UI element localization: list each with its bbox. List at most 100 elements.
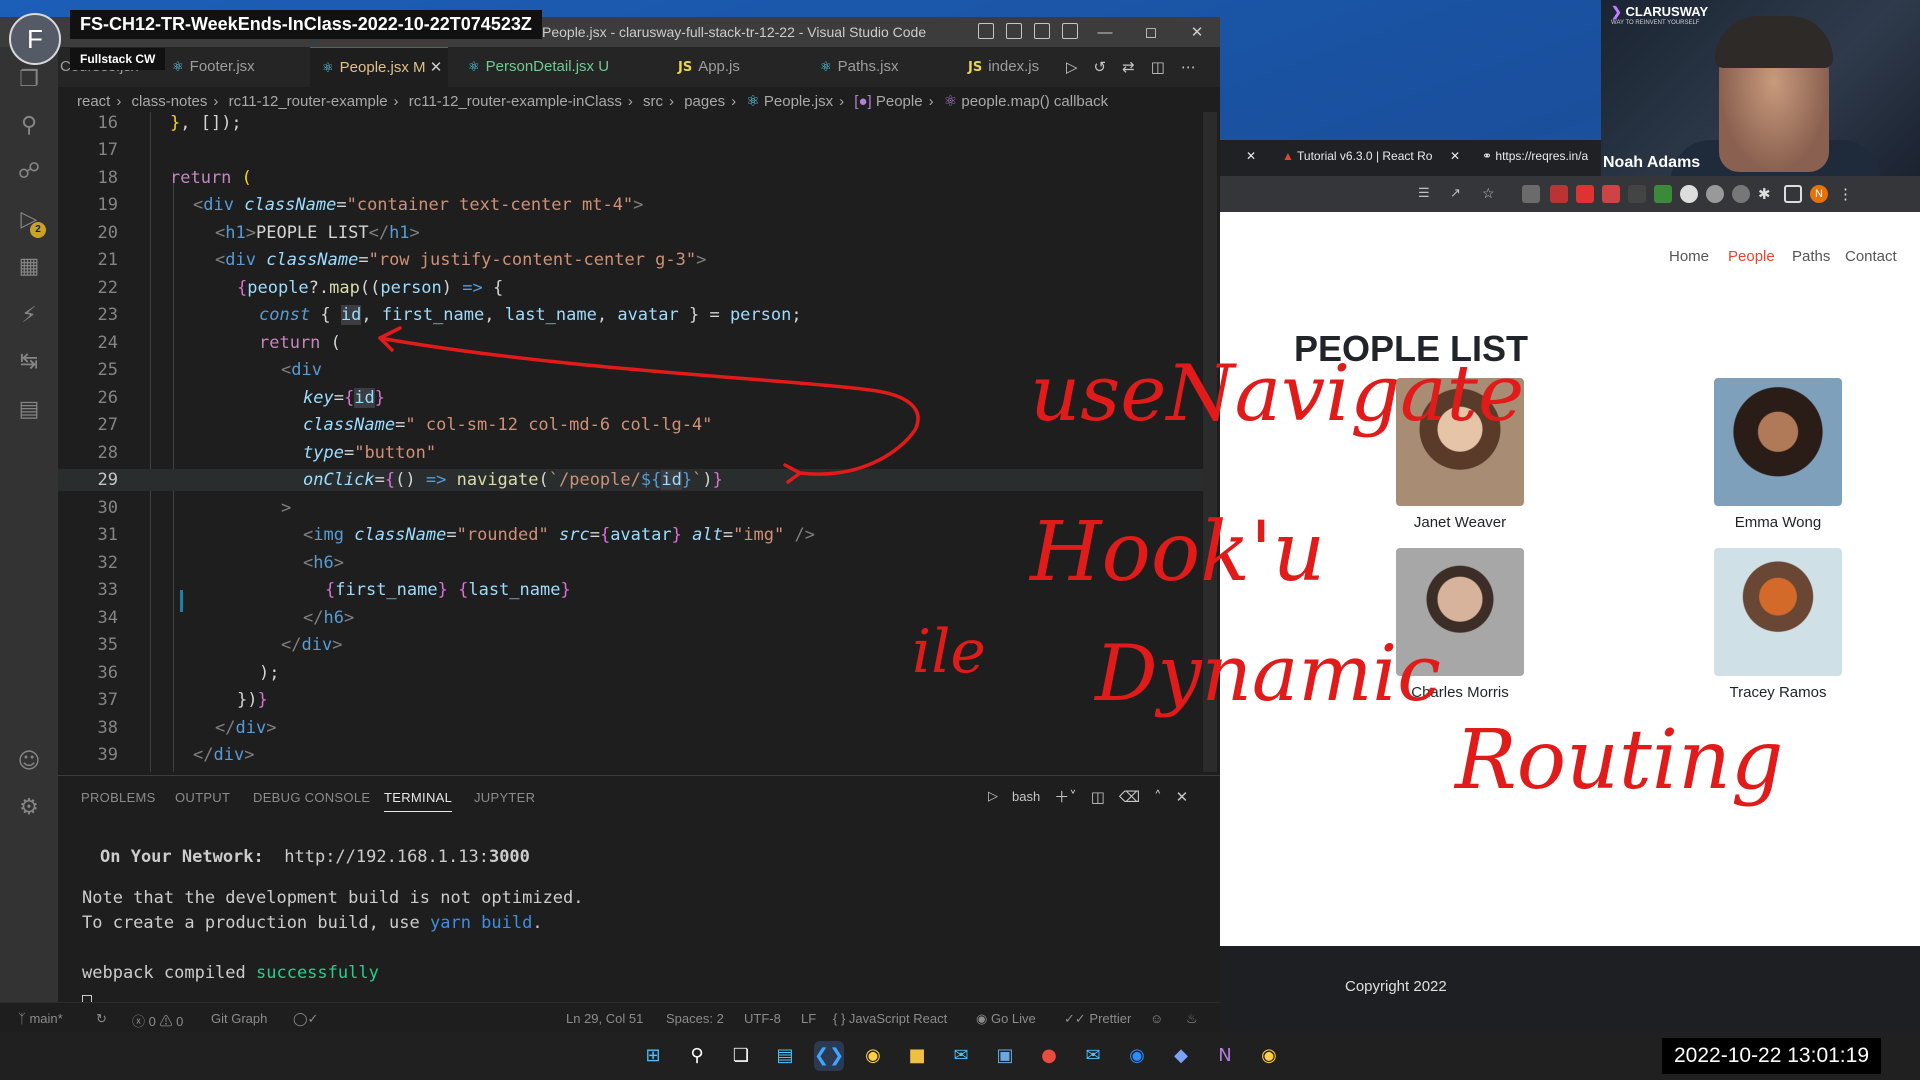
- notebook-icon[interactable]: ▤: [14, 395, 44, 425]
- extension-icon[interactable]: [1602, 185, 1620, 203]
- close-button[interactable]: ✕: [1174, 17, 1220, 47]
- person-card[interactable]: Charles Morris: [1365, 548, 1555, 701]
- translate-icon[interactable]: ☰: [1418, 185, 1436, 203]
- tab-jupyter[interactable]: JUPYTER: [474, 790, 535, 805]
- bookmark-star-icon[interactable]: ☆: [1482, 185, 1500, 203]
- breadcrumb-item[interactable]: people.map() callback: [961, 93, 1108, 110]
- app-icon[interactable]: ◆: [1166, 1041, 1196, 1071]
- extension-icon[interactable]: [1680, 185, 1698, 203]
- tab-paths[interactable]: ⚛ Paths.jsx: [820, 47, 940, 87]
- extension-icon[interactable]: [1550, 185, 1568, 203]
- split-terminal-icon[interactable]: ◫: [1091, 788, 1105, 806]
- vscode-taskbar-icon[interactable]: ❮❯: [814, 1041, 844, 1071]
- run-debug-icon[interactable]: ▷: [14, 205, 44, 235]
- go-live-button[interactable]: ◉ Go Live: [976, 1011, 1036, 1027]
- tab-output[interactable]: OUTPUT: [175, 790, 230, 805]
- extension-icon[interactable]: [1576, 185, 1594, 203]
- maximize-panel-icon[interactable]: ˄: [1154, 788, 1162, 806]
- more-actions-icon[interactable]: ⋯: [1181, 58, 1196, 76]
- history-icon[interactable]: ↺: [1094, 58, 1107, 76]
- extension-icon[interactable]: [1706, 185, 1724, 203]
- browser-tab-1[interactable]: ▲ Tutorial v6.3.0 | React Ro: [1282, 149, 1432, 163]
- toggle-sidebar-icon[interactable]: [978, 23, 994, 39]
- new-terminal-icon[interactable]: ＋˅: [1054, 786, 1077, 807]
- sync-icon[interactable]: ↻: [96, 1011, 107, 1027]
- account-icon[interactable]: ☺: [14, 747, 44, 777]
- thunder-client-icon[interactable]: ⚡: [14, 301, 44, 331]
- chrome-icon[interactable]: ◉: [858, 1041, 888, 1071]
- extensions-icon[interactable]: ▦: [14, 252, 44, 282]
- extension-icon[interactable]: [1522, 185, 1540, 203]
- minimize-button[interactable]: —: [1082, 17, 1128, 47]
- tab-people[interactable]: ⚛ People.jsx M ✕: [310, 47, 448, 87]
- feedback-icon[interactable]: ☺: [1150, 1011, 1163, 1026]
- encoding[interactable]: UTF-8: [744, 1011, 781, 1026]
- indentation[interactable]: Spaces: 2: [666, 1011, 724, 1026]
- profile-avatar[interactable]: N: [1810, 185, 1828, 203]
- extension-icon[interactable]: [1732, 185, 1750, 203]
- tab-app[interactable]: JS App.js: [678, 47, 788, 87]
- breadcrumb-item[interactable]: rc11-12_router-example-inClass: [409, 93, 622, 110]
- kill-terminal-icon[interactable]: ⌫: [1119, 788, 1140, 806]
- onenote-icon[interactable]: N: [1210, 1041, 1240, 1071]
- store-icon[interactable]: ▣: [990, 1041, 1020, 1071]
- person-card[interactable]: Tracey Ramos: [1683, 548, 1873, 701]
- code-editor[interactable]: 16}, []); 17 18 return ( 19 <div className…: [58, 112, 1220, 772]
- close-tab-icon[interactable]: ✕: [430, 59, 443, 76]
- branch-indicator[interactable]: ᛉ main*: [18, 1011, 63, 1026]
- tab-index[interactable]: JS index.js: [968, 47, 1064, 87]
- zoom-icon[interactable]: ◉: [1122, 1041, 1152, 1071]
- maximize-button[interactable]: ◻: [1128, 17, 1174, 47]
- tab-debug-console[interactable]: DEBUG CONSOLE: [253, 790, 370, 805]
- breadcrumb-item[interactable]: src: [643, 93, 663, 110]
- close-panel-icon[interactable]: ✕: [1176, 788, 1189, 806]
- nav-contact[interactable]: Contact: [1845, 248, 1897, 265]
- chrome-profile-icon[interactable]: ◉: [1254, 1041, 1284, 1071]
- person-card[interactable]: Janet Weaver: [1365, 378, 1555, 531]
- search-icon[interactable]: ⚲: [682, 1041, 712, 1071]
- breadcrumb-item[interactable]: class-notes: [132, 93, 208, 110]
- extension-icon[interactable]: [1628, 185, 1646, 203]
- tab-terminal[interactable]: TERMINAL: [384, 790, 453, 812]
- source-control-icon[interactable]: ☍: [14, 157, 44, 187]
- menu-icon[interactable]: ⋮: [1838, 185, 1856, 203]
- app-icon[interactable]: ●: [1034, 1041, 1064, 1071]
- customize-layout-icon[interactable]: [1062, 23, 1078, 39]
- tab-person-detail[interactable]: ⚛ PersonDetail.jsx U: [468, 47, 628, 87]
- breadcrumb-item[interactable]: rc11-12_router-example: [229, 93, 388, 110]
- task-view-icon[interactable]: ❏: [726, 1041, 756, 1071]
- nav-people[interactable]: People: [1728, 248, 1775, 265]
- settings-gear-icon[interactable]: ⚙: [14, 793, 44, 823]
- line-ending[interactable]: LF: [801, 1011, 816, 1026]
- tab-footer[interactable]: ⚛ Footer.jsx: [172, 47, 300, 87]
- file-explorer-icon[interactable]: ■: [902, 1041, 932, 1071]
- notifications-bell-icon[interactable]: ♨: [1186, 1011, 1198, 1027]
- shell-name[interactable]: bash: [1012, 789, 1040, 804]
- close-tab-icon[interactable]: ✕: [1246, 149, 1256, 163]
- git-graph-button[interactable]: Git Graph: [211, 1011, 267, 1026]
- split-editor-icon[interactable]: ◫: [1151, 58, 1165, 76]
- outlook-icon[interactable]: ✉: [1078, 1041, 1108, 1071]
- nav-paths[interactable]: Paths: [1792, 248, 1830, 265]
- language-mode[interactable]: { } JavaScript React: [833, 1011, 947, 1026]
- puzzle-icon[interactable]: ✱: [1758, 185, 1776, 203]
- explorer-icon[interactable]: ❐: [14, 65, 44, 95]
- nav-home[interactable]: Home: [1669, 248, 1709, 265]
- cursor-position[interactable]: Ln 29, Col 51: [566, 1011, 643, 1026]
- problems-indicator[interactable]: ⓧ 0 ⚠ 0: [132, 1011, 183, 1030]
- compare-icon[interactable]: ⇄: [1122, 58, 1135, 76]
- breadcrumb-item[interactable]: People.jsx: [764, 93, 833, 110]
- close-tab-icon[interactable]: ✕: [1450, 149, 1460, 163]
- tab-problems[interactable]: PROBLEMS: [81, 790, 156, 805]
- browser-tab-2[interactable]: ⚭ https://reqres.in/a: [1482, 149, 1588, 163]
- start-icon[interactable]: ⊞: [638, 1041, 668, 1071]
- breadcrumb-item[interactable]: pages: [684, 93, 725, 110]
- search-icon[interactable]: ⚲: [14, 111, 44, 141]
- breadcrumb-item[interactable]: react: [77, 93, 110, 110]
- extension-icon[interactable]: [1654, 185, 1672, 203]
- person-card[interactable]: Emma Wong: [1683, 378, 1873, 531]
- remote-explorer-icon[interactable]: ↹: [14, 347, 44, 377]
- live-share-icon[interactable]: ◯✓: [293, 1011, 318, 1027]
- toggle-panel-icon[interactable]: [1006, 23, 1022, 39]
- toggle-secondary-sidebar-icon[interactable]: [1034, 23, 1050, 39]
